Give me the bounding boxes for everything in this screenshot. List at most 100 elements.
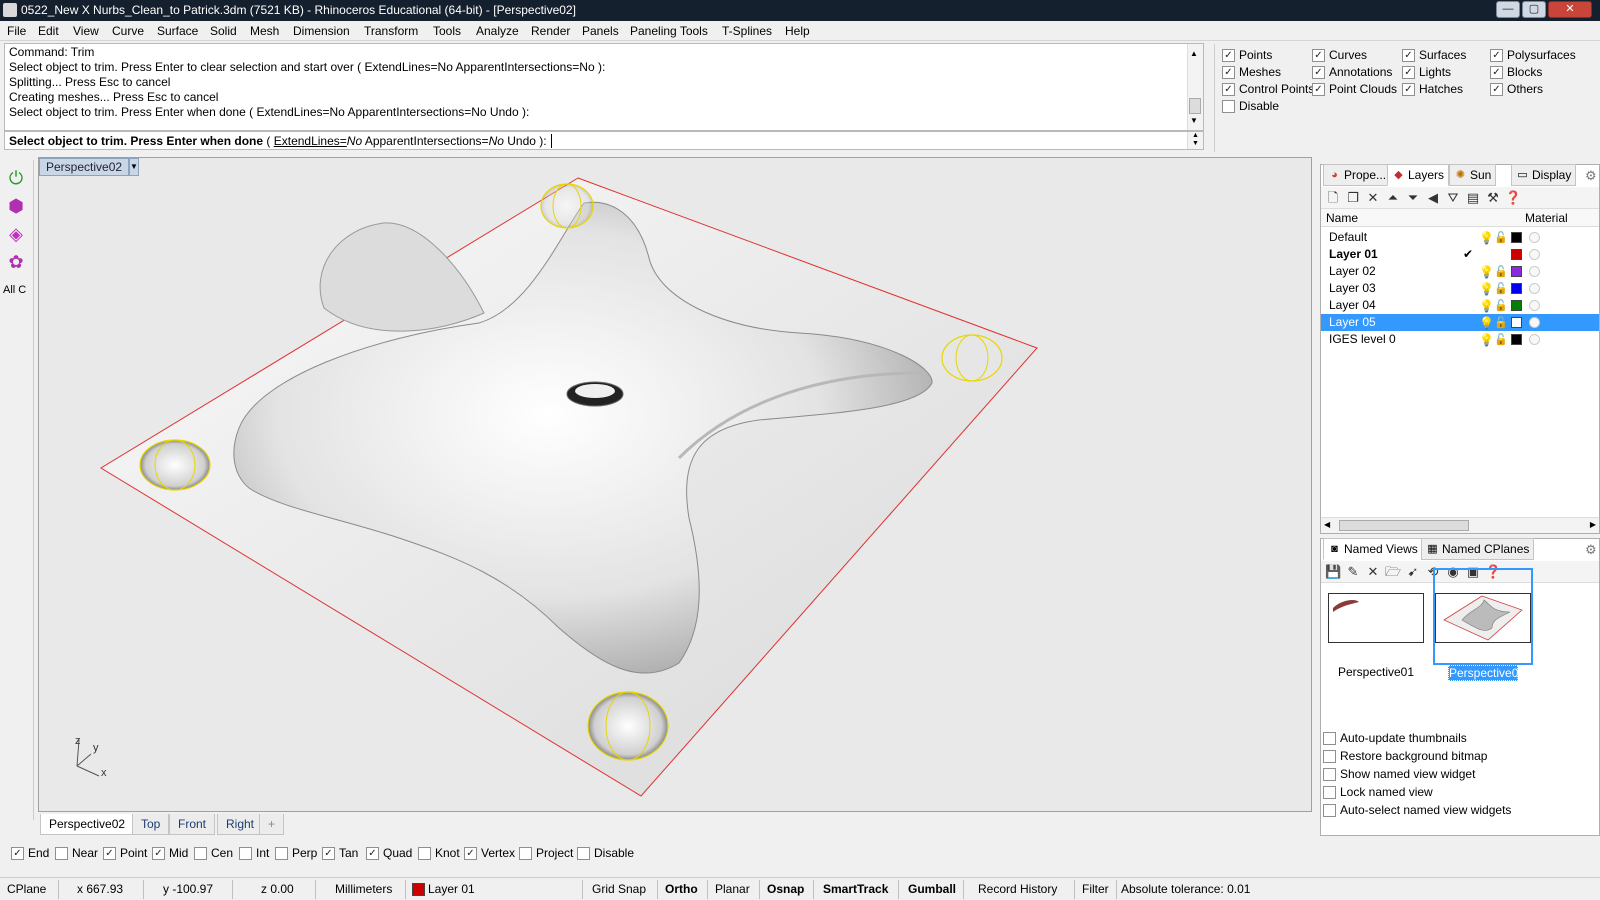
maximize-button[interactable]: ▢ [1522, 1, 1546, 18]
all-commands-label[interactable]: All C [3, 284, 26, 296]
menu-panels[interactable]: Panels [582, 24, 619, 38]
osnap-near[interactable]: Near [55, 846, 98, 860]
new-sublayer-icon[interactable]: ❐ [1345, 190, 1361, 206]
osnap-int[interactable]: Int [239, 846, 269, 860]
horn-surface[interactable] [319, 222, 485, 332]
unlock-icon[interactable]: 🔓 [1494, 281, 1508, 298]
layer-color-swatch[interactable] [1511, 317, 1522, 328]
layer-color-swatch[interactable] [1511, 300, 1522, 311]
checkbox[interactable] [1323, 767, 1336, 781]
close-button[interactable]: ✕ [1548, 1, 1592, 18]
tools-icon[interactable]: ⚒ [1485, 190, 1501, 206]
named-view-option[interactable]: Restore background bitmap [1323, 749, 1487, 763]
checkbox[interactable] [519, 846, 532, 860]
named-view-option[interactable]: Auto-update thumbnails [1323, 731, 1467, 745]
filter-point-clouds[interactable]: ✓ Point Clouds [1312, 82, 1397, 96]
checkbox[interactable]: ✓ [1490, 65, 1503, 79]
checkbox[interactable]: ✓ [1402, 48, 1415, 62]
filter-lights[interactable]: ✓ Lights [1402, 65, 1451, 79]
checkbox[interactable] [1323, 731, 1336, 745]
scroll-left-icon[interactable]: ◀ [1324, 520, 1330, 529]
menu-solid[interactable]: Solid [210, 24, 237, 38]
tab-display[interactable]: ▭ Display [1511, 164, 1577, 186]
checkbox[interactable] [1323, 749, 1336, 763]
tab-named-views[interactable]: ◙ Named Views [1323, 538, 1423, 560]
yellow-circle-bottom[interactable] [587, 691, 669, 761]
help-icon[interactable]: ❓ [1505, 190, 1521, 206]
column-name[interactable]: Name [1326, 211, 1358, 225]
new-layer-icon[interactable]: 🗋 [1325, 190, 1341, 206]
named-view-option[interactable]: Auto-select named view widgets [1323, 803, 1511, 817]
osnap-cen[interactable]: Cen [194, 846, 233, 860]
checkbox[interactable]: ✓ [1402, 82, 1415, 96]
scroll-thumb[interactable] [1189, 98, 1201, 114]
menu-mesh[interactable]: Mesh [250, 24, 279, 38]
osnap-quad[interactable]: ✓ Quad [366, 846, 412, 860]
open-icon[interactable]: 🗁 [1385, 564, 1401, 580]
named-view-option[interactable]: Show named view widget [1323, 767, 1475, 781]
checkbox[interactable]: ✓ [322, 846, 335, 860]
layer-row[interactable]: Layer 04 💡 🔓 [1321, 297, 1599, 314]
checkbox[interactable]: ✓ [103, 846, 116, 860]
planar-toggle[interactable]: Planar [715, 880, 750, 899]
checkbox[interactable] [1222, 99, 1235, 113]
filter-polysurfaces[interactable]: ✓ Polysurfaces [1490, 48, 1576, 62]
checkbox[interactable] [418, 846, 431, 860]
osnap-knot[interactable]: Knot [418, 846, 460, 860]
filter-points[interactable]: ✓ Points [1222, 48, 1272, 62]
visibility-bulb-icon[interactable]: 💡 [1479, 281, 1494, 298]
view-label[interactable]: Perspective01 [1328, 665, 1424, 679]
cplane-indicator[interactable]: CPlane [7, 880, 46, 899]
viewport[interactable]: z y x Perspective02 ▼ [38, 157, 1312, 812]
visibility-bulb-icon[interactable]: 💡 [1479, 298, 1494, 315]
checkbox[interactable]: ✓ [1312, 82, 1325, 96]
clipboard-icon[interactable]: ▤ [1465, 190, 1481, 206]
visibility-bulb-icon[interactable]: 💡 [1479, 332, 1494, 349]
delete-icon[interactable]: ✕ [1365, 564, 1381, 580]
osnap-mid[interactable]: ✓ Mid [152, 846, 188, 860]
smarttrack-toggle[interactable]: SmartTrack [823, 880, 888, 899]
command-prompt[interactable]: Select object to trim. Press Enter when … [4, 131, 1204, 150]
checkbox[interactable]: ✓ [152, 846, 165, 860]
delete-icon[interactable]: ✕ [1365, 190, 1381, 206]
visibility-bulb-icon[interactable]: 💡 [1479, 315, 1494, 332]
filter-icon[interactable]: ⛛ [1445, 190, 1461, 206]
visibility-bulb-icon[interactable]: 💡 [1479, 264, 1494, 281]
filter-meshes[interactable]: ✓ Meshes [1222, 65, 1281, 79]
layer-name[interactable]: IGES level 0 [1329, 331, 1396, 348]
checkbox[interactable]: ✓ [1222, 48, 1235, 62]
view-label-selected[interactable]: Perspective02 [1448, 665, 1525, 681]
filter-surfaces[interactable]: ✓ Surfaces [1402, 48, 1466, 62]
edit-icon[interactable]: ✎ [1345, 564, 1361, 580]
material-icon[interactable] [1529, 317, 1540, 328]
hscroll-thumb[interactable] [1339, 520, 1469, 531]
checkbox[interactable] [194, 846, 207, 860]
layers-hscroll[interactable]: ◀ ▶ [1321, 517, 1599, 533]
menu-view[interactable]: View [73, 24, 99, 38]
model-canvas[interactable] [39, 158, 1312, 812]
units-indicator[interactable]: Millimeters [335, 880, 392, 899]
menu-edit[interactable]: Edit [38, 24, 59, 38]
save-icon[interactable]: 💾 [1325, 564, 1341, 580]
current-layer[interactable]: Layer 01 [428, 880, 475, 899]
layer-row[interactable]: Layer 02 💡 🔓 [1321, 263, 1599, 280]
material-icon[interactable] [1529, 334, 1540, 345]
filter-control-points[interactable]: ✓ Control Points [1222, 82, 1314, 96]
layer-color-swatch[interactable] [1511, 283, 1522, 294]
layer-row[interactable]: IGES level 0 💡 🔓 [1321, 331, 1599, 348]
filter-blocks[interactable]: ✓ Blocks [1490, 65, 1542, 79]
menu-render[interactable]: Render [531, 24, 570, 38]
layer-color-swatch[interactable] [1511, 266, 1522, 277]
unlock-icon[interactable]: 🔓 [1494, 315, 1508, 332]
scroll-up-icon[interactable]: ▲ [1190, 46, 1198, 61]
material-icon[interactable] [1529, 266, 1540, 277]
layer-color-swatch[interactable] [1511, 249, 1522, 260]
tab-perspective02[interactable]: Perspective02 [40, 814, 135, 835]
checkbox[interactable]: ✓ [464, 846, 477, 860]
checkbox[interactable] [1323, 785, 1336, 799]
layer-color-swatch[interactable] [1511, 232, 1522, 243]
checkbox[interactable] [239, 846, 252, 860]
layer-row[interactable]: Layer 05 💡 🔓 [1321, 314, 1599, 331]
option-undo[interactable]: Undo [504, 134, 536, 148]
tab-right[interactable]: Right [217, 814, 264, 835]
